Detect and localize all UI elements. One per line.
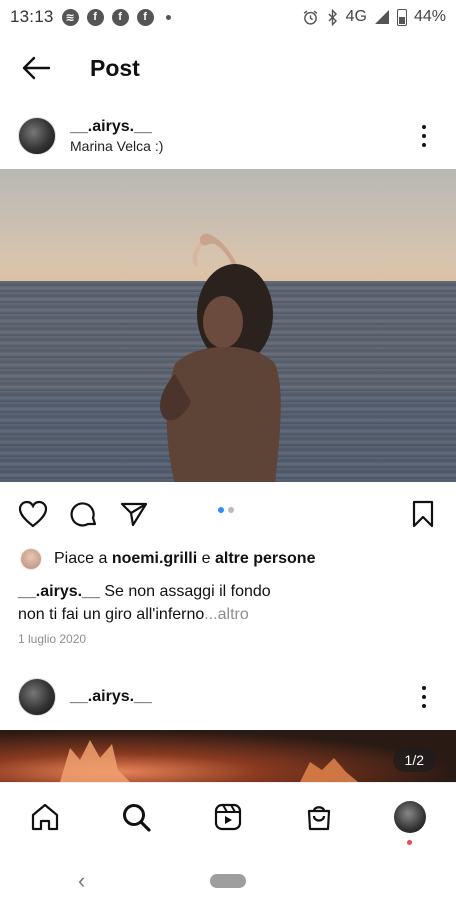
carousel-dot xyxy=(228,507,234,513)
nav-reels[interactable] xyxy=(212,801,244,833)
nav-search[interactable] xyxy=(120,801,152,833)
liker-username[interactable]: noemi.grilli xyxy=(112,550,197,568)
like-button[interactable] xyxy=(17,498,49,530)
alarm-icon xyxy=(303,10,317,25)
more-notifications-icon xyxy=(165,14,171,20)
bookmark-icon xyxy=(412,500,434,528)
post-username[interactable]: __.airys.__ xyxy=(70,118,163,136)
send-icon xyxy=(120,502,148,527)
post-actions xyxy=(0,490,456,536)
nav-home[interactable] xyxy=(29,801,61,833)
post-meta: __.airys.__ Marina Velca :) xyxy=(70,118,163,154)
next-post-header: __.airys.__ xyxy=(0,665,456,729)
carousel-indicator xyxy=(218,507,234,513)
nav-profile[interactable] xyxy=(394,801,426,845)
avatar[interactable] xyxy=(18,678,56,716)
notification-dot xyxy=(407,840,412,845)
page-title: Post xyxy=(90,54,140,81)
system-navigation: ‹ xyxy=(0,852,456,911)
facebook-icon: f xyxy=(111,8,129,26)
signal-icon xyxy=(374,10,389,24)
status-bar: 13:13 ≋ f f f 4G 44% xyxy=(0,0,456,34)
next-post-meta: __.airys.__ xyxy=(70,688,152,706)
likes-connector: e xyxy=(201,550,211,567)
page-header: Post xyxy=(0,34,456,102)
profile-avatar xyxy=(394,801,426,833)
avatar[interactable] xyxy=(18,117,56,155)
shopping-bag-icon xyxy=(307,806,331,831)
caption-text-2: non ti fai un giro all'inferno xyxy=(18,606,205,623)
caption-text-1: Se non assaggi il fondo xyxy=(104,583,271,600)
more-options-button[interactable] xyxy=(414,122,434,150)
heart-icon xyxy=(18,500,48,528)
system-back-button[interactable]: ‹ xyxy=(78,868,85,894)
facebook-icon: f xyxy=(136,8,154,26)
caption-more-link[interactable]: ...altro xyxy=(204,606,248,623)
likes-summary[interactable]: Piace a noemi.grilli e altre persone xyxy=(20,548,315,570)
facebook-icon: f xyxy=(86,8,104,26)
status-left: 13:13 ≋ f f f xyxy=(10,7,171,27)
more-dot xyxy=(422,143,426,147)
more-dot xyxy=(422,704,426,708)
battery-label: 44% xyxy=(413,8,446,25)
save-button[interactable] xyxy=(407,498,439,530)
more-dot xyxy=(422,695,426,699)
more-dot xyxy=(422,134,426,138)
hands-graphic xyxy=(60,740,358,782)
more-options-button[interactable] xyxy=(414,683,434,711)
post-header: __.airys.__ Marina Velca :) xyxy=(0,104,456,168)
caption-line-2: non ti fai un giro all'inferno...altro xyxy=(18,603,438,626)
post-date: 1 luglio 2020 xyxy=(18,632,87,646)
home-icon xyxy=(31,803,59,831)
carousel-counter: 1/2 xyxy=(392,748,436,772)
likes-prefix: Piace a xyxy=(54,550,108,567)
post-photo[interactable] xyxy=(0,169,456,482)
liker-avatar xyxy=(20,548,42,570)
arrow-left-icon xyxy=(22,56,51,80)
carousel-dot xyxy=(218,507,224,513)
next-post-username[interactable]: __.airys.__ xyxy=(70,688,152,706)
post-location[interactable]: Marina Velca :) xyxy=(70,138,163,154)
share-button[interactable] xyxy=(118,498,150,530)
next-post-photo[interactable]: 1/2 xyxy=(0,730,456,782)
nav-shop[interactable] xyxy=(303,801,335,833)
system-home-button[interactable] xyxy=(210,874,246,888)
bluetooth-icon xyxy=(328,8,337,26)
reels-icon xyxy=(214,803,242,831)
more-dot xyxy=(422,125,426,129)
caption-line-1: __.airys.__ Se non assaggi il fondo xyxy=(18,580,438,603)
status-right: 4G 44% xyxy=(302,8,446,26)
back-button[interactable] xyxy=(18,50,54,86)
network-label: 4G xyxy=(345,8,367,25)
battery-icon xyxy=(396,8,407,26)
spotify-icon: ≋ xyxy=(61,8,79,26)
search-icon xyxy=(123,804,151,832)
more-dot xyxy=(422,686,426,690)
comment-button[interactable] xyxy=(68,498,100,530)
caption-username[interactable]: __.airys.__ xyxy=(18,583,100,600)
bottom-navigation xyxy=(0,782,456,852)
likes-others[interactable]: altre persone xyxy=(215,550,315,568)
post-caption: __.airys.__ Se non assaggi il fondo non … xyxy=(18,580,438,626)
comment-icon xyxy=(70,502,97,527)
person-silhouette xyxy=(160,233,281,482)
status-time: 13:13 xyxy=(10,7,54,26)
